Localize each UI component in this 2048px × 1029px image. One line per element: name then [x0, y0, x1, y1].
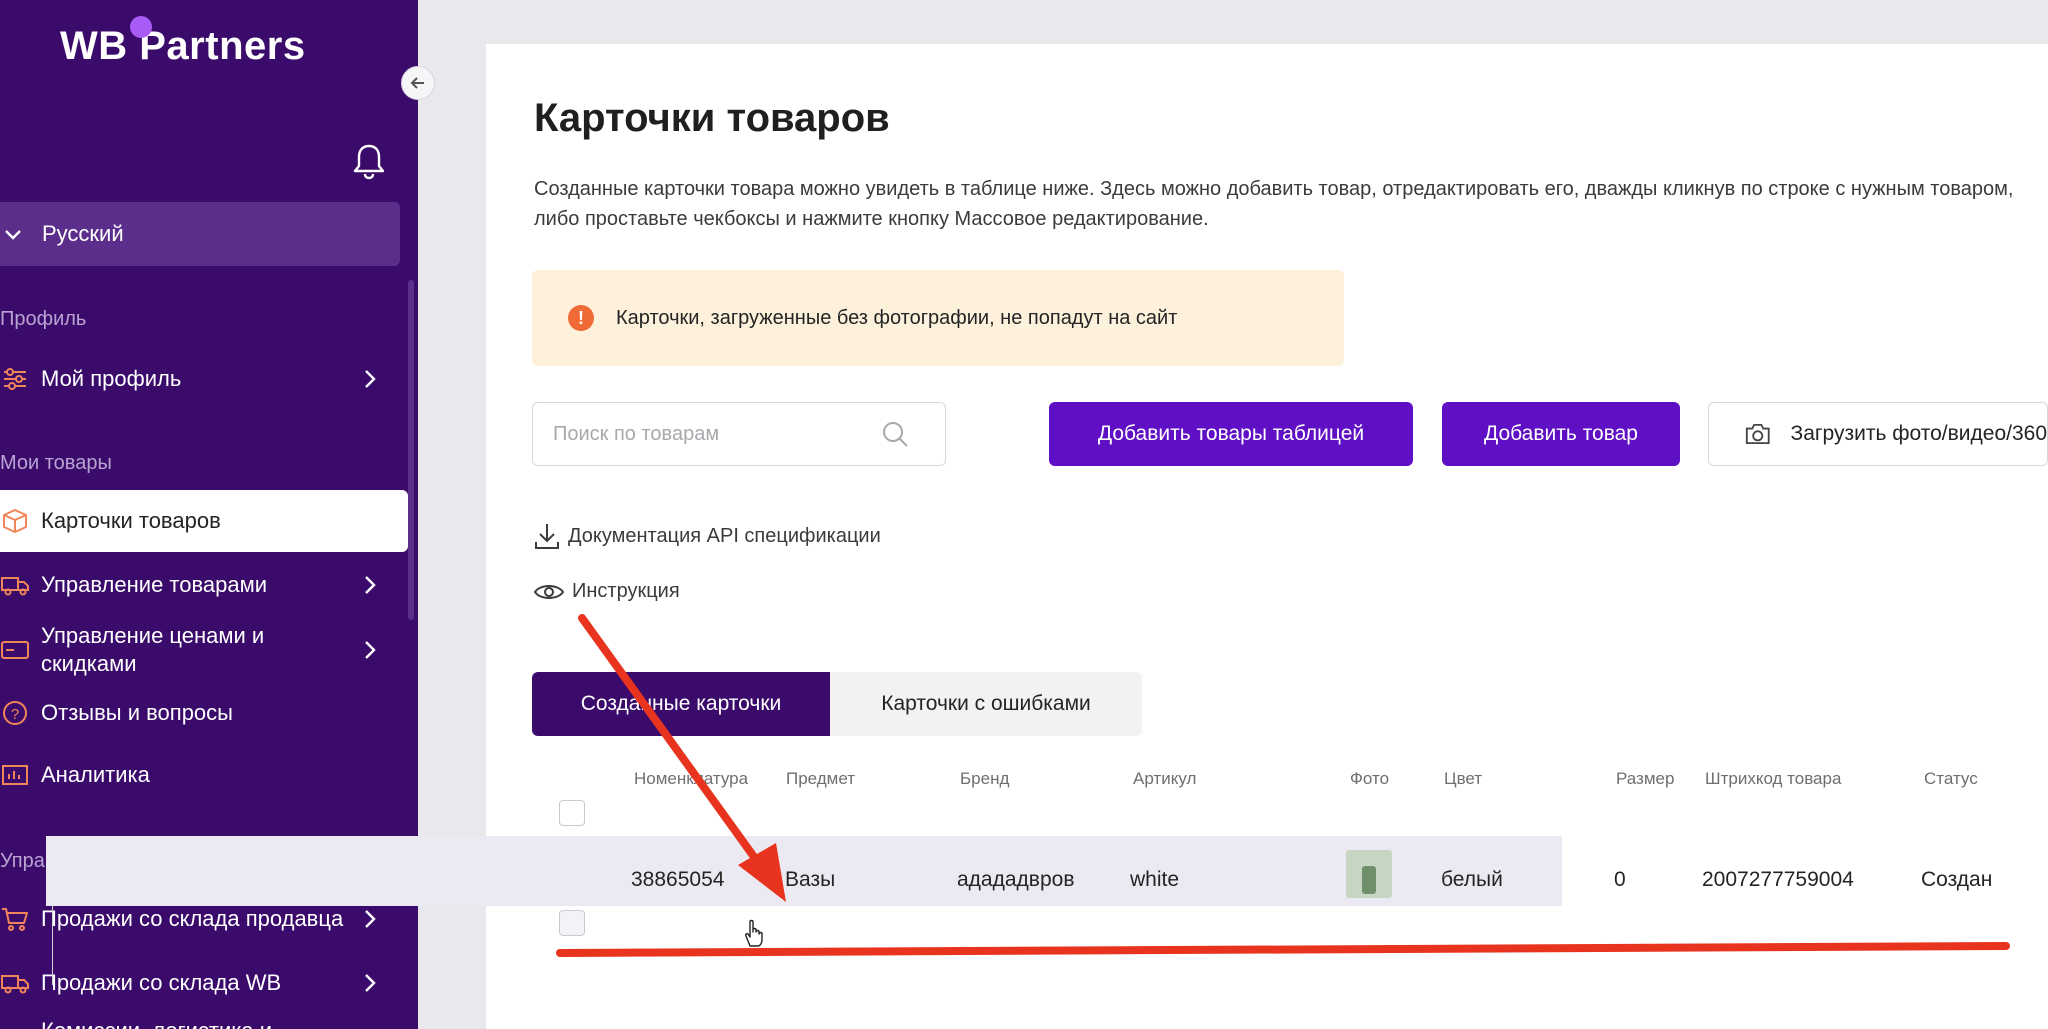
- column-header-subject[interactable]: Предмет: [786, 769, 855, 789]
- api-docs-label: Документация API спецификации: [568, 524, 881, 547]
- notice-text: Карточки, загруженные без фотографии, не…: [616, 306, 1178, 329]
- doc-icon: [0, 1016, 30, 1029]
- sidebar-item-label: Управление ценами и скидками: [41, 623, 265, 676]
- cell-size: 0: [1614, 868, 1626, 891]
- sidebar-item-wb-sales[interactable]: Продажи со склада WB: [0, 962, 400, 1004]
- sidebar-item-label: Карточки товаров: [41, 508, 221, 533]
- column-header-size[interactable]: Размер: [1616, 769, 1674, 789]
- page-title: Карточки товаров: [534, 96, 890, 140]
- instruction-link[interactable]: Инструкция: [534, 580, 680, 603]
- collapse-sidebar-button[interactable]: [401, 66, 435, 100]
- add-item-button[interactable]: Добавить товар: [1442, 402, 1680, 466]
- logo[interactable]: WB Partners: [60, 24, 306, 69]
- sidebar-item-cards[interactable]: Карточки товаров: [0, 490, 408, 552]
- section-my-goods: Мои товары: [0, 452, 112, 474]
- box-icon: [0, 506, 30, 536]
- instruction-label: Инструкция: [572, 580, 680, 602]
- chevron-right-icon: [365, 576, 376, 594]
- cell-subject: Вазы: [785, 868, 836, 891]
- chart-icon: [0, 760, 30, 790]
- chevron-right-icon: [365, 910, 376, 928]
- column-header-photo[interactable]: Фото: [1350, 769, 1389, 789]
- sliders-icon: [0, 364, 30, 394]
- truck-icon: [0, 570, 30, 600]
- sidebar-item-commissions[interactable]: Комиссии, логистика и: [0, 1016, 400, 1029]
- sidebar-item-label: Управление товарами: [41, 572, 268, 597]
- sidebar-item-label: Продажи со склада продавца: [41, 906, 344, 931]
- cell-nomenclature: 38865054: [631, 868, 725, 891]
- search-input[interactable]: [553, 422, 873, 446]
- hand-cursor-icon: [745, 919, 763, 947]
- select-all-checkbox[interactable]: [559, 800, 585, 826]
- cell-status: Создан: [1921, 868, 1993, 891]
- sidebar-item-analytics[interactable]: Аналитика: [0, 754, 400, 796]
- sidebar-item-reviews[interactable]: ? Отзывы и вопросы: [0, 692, 400, 734]
- page-description: Созданные карточки товара можно увидеть …: [534, 178, 2014, 230]
- question-icon: ?: [0, 698, 30, 728]
- arrow-left-icon: [410, 77, 424, 89]
- cell-barcode: 2007277759004: [1702, 868, 1854, 891]
- sidebar-item-label: Продажи со склада WB: [41, 970, 282, 995]
- logo-dot: [130, 16, 152, 38]
- sidebar-item-prices[interactable]: Управление ценами и скидками: [0, 620, 400, 680]
- column-header-color[interactable]: Цвет: [1444, 769, 1482, 789]
- cell-brand: адададвров: [957, 868, 1075, 891]
- section-profile: Профиль: [0, 308, 87, 330]
- sidebar-item-label: Аналитика: [41, 762, 150, 787]
- warning-icon: !: [568, 305, 594, 331]
- sidebar-item-label: Комиссии, логистика и: [41, 1017, 400, 1029]
- cell-color: белый: [1441, 868, 1503, 891]
- tab-error-cards[interactable]: Карточки с ошибками: [830, 672, 1142, 736]
- sidebar-item-label: Мой профиль: [41, 366, 182, 391]
- sidebar-scrollbar[interactable]: [408, 280, 414, 620]
- tab-bar: Созданные карточки Карточки с ошибками: [532, 672, 1142, 736]
- eye-icon: [534, 584, 564, 599]
- column-header-status[interactable]: Статус: [1924, 769, 1978, 789]
- cell-article: white: [1130, 868, 1180, 891]
- bell-icon[interactable]: [352, 142, 386, 180]
- column-header-brand[interactable]: Бренд: [960, 769, 1009, 789]
- chevron-right-icon: [365, 974, 376, 992]
- table-divider: [52, 906, 53, 985]
- card-icon: [0, 635, 30, 665]
- column-header-barcode[interactable]: Штрихкод товара: [1705, 769, 1841, 789]
- truck-icon: [0, 968, 30, 998]
- svg-text:?: ?: [11, 706, 19, 723]
- api-docs-link[interactable]: Документация API спецификации: [534, 522, 881, 550]
- language-label: Русский: [42, 221, 124, 246]
- chevron-right-icon: [365, 370, 376, 388]
- column-header-nomenclature[interactable]: Номенклатура: [634, 769, 748, 789]
- row-checkbox[interactable]: [559, 910, 585, 936]
- sidebar-item-goods-management[interactable]: Управление товарами: [0, 564, 400, 606]
- add-table-button[interactable]: Добавить товары таблицей: [1049, 402, 1413, 466]
- search-icon[interactable]: [881, 420, 909, 448]
- search-box[interactable]: [532, 402, 946, 466]
- chevron-right-icon: [365, 641, 376, 659]
- tab-created-cards[interactable]: Созданные карточки: [532, 672, 830, 736]
- sidebar-item-my-profile[interactable]: Мой профиль: [0, 358, 400, 400]
- download-icon: [535, 524, 559, 549]
- upload-media-button[interactable]: Загрузить фото/видео/360: [1708, 402, 2048, 466]
- sidebar-item-label: Отзывы и вопросы: [41, 700, 233, 725]
- chevron-down-icon: [5, 230, 21, 240]
- column-header-article[interactable]: Артикул: [1133, 769, 1196, 789]
- cart-icon: [0, 904, 30, 934]
- warning-notice: ! Карточки, загруженные без фотографии, …: [532, 270, 1344, 366]
- product-thumbnail[interactable]: [1346, 850, 1392, 898]
- vase-image: [1362, 866, 1376, 894]
- upload-media-label: Загрузить фото/видео/360: [1790, 422, 2047, 445]
- camera-icon: [1745, 423, 1770, 445]
- language-selector[interactable]: Русский: [0, 202, 400, 266]
